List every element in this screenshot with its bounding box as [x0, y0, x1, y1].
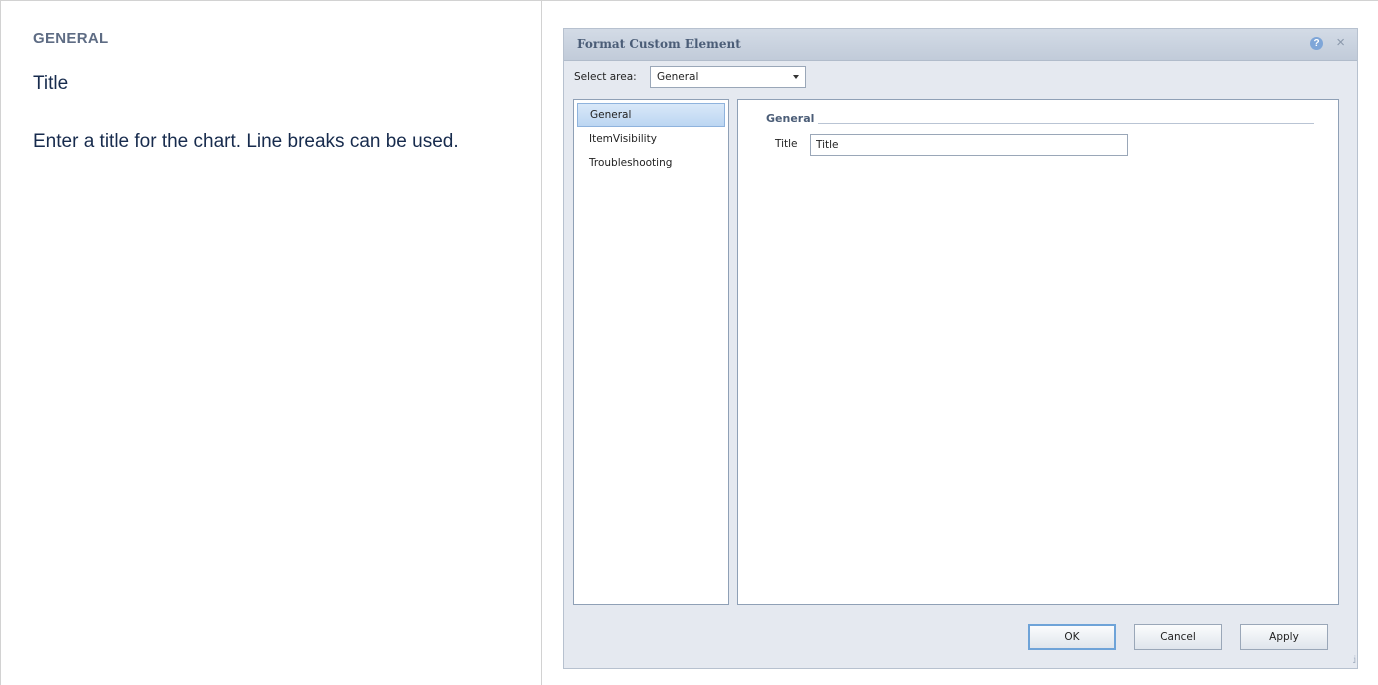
nav-item-general[interactable]: General [577, 103, 725, 127]
select-area-value: General [657, 71, 699, 83]
setting-description: Enter a title for the chart. Line breaks… [33, 131, 459, 152]
select-area-label: Select area: [574, 71, 637, 83]
close-icon[interactable]: × [1336, 34, 1345, 51]
group-divider [818, 123, 1314, 124]
title-field-label: Title [775, 138, 798, 150]
settings-content-panel: General Title [737, 99, 1339, 605]
select-area-dropdown[interactable]: General [650, 66, 806, 88]
help-icon[interactable]: ? [1310, 37, 1323, 50]
title-input[interactable] [810, 134, 1128, 156]
section-heading: GENERAL [33, 30, 109, 47]
resize-grip-icon[interactable]: .:i [1352, 655, 1356, 666]
area-nav-list: General ItemVisibility Troubleshooting [573, 99, 729, 605]
documentation-panel: GENERAL Title Enter a title for the char… [0, 0, 542, 685]
format-custom-element-dialog: Format Custom Element ? × Select area: G… [563, 28, 1358, 669]
apply-button[interactable]: Apply [1240, 624, 1328, 650]
dialog-title: Format Custom Element [577, 37, 741, 51]
setting-title: Title [33, 73, 69, 94]
nav-item-itemvisibility[interactable]: ItemVisibility [577, 127, 725, 151]
chevron-down-icon[interactable] [793, 75, 799, 79]
dialog-titlebar[interactable]: Format Custom Element ? × [564, 29, 1357, 61]
group-title: General [766, 112, 819, 125]
nav-item-troubleshooting[interactable]: Troubleshooting [577, 151, 725, 175]
cancel-button[interactable]: Cancel [1134, 624, 1222, 650]
ok-button[interactable]: OK [1028, 624, 1116, 650]
